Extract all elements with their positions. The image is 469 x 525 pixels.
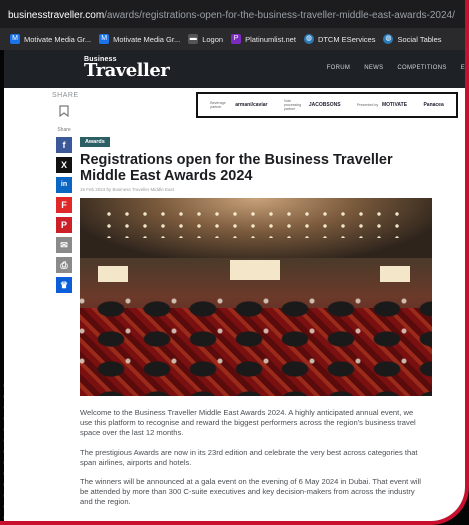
article-hero-image: [80, 198, 432, 396]
sponsor-item: Beverage partner armani/caviar: [210, 100, 268, 109]
image-centerpieces: [80, 282, 432, 382]
bookmark-item[interactable]: ▬ Logon: [188, 34, 223, 44]
bookmark-item[interactable]: P Platinumlist.net: [231, 34, 296, 44]
url-path: /awards/registrations-open-for-the-busin…: [104, 10, 455, 21]
article-paragraph: The prestigious Awards are now in its 23…: [80, 447, 418, 467]
nav-forum[interactable]: FORUM: [327, 65, 351, 71]
article-body: Awards Registrations open for the Busine…: [80, 130, 435, 508]
image-screen: [98, 266, 128, 282]
facebook-icon[interactable]: f: [56, 137, 72, 153]
sponsor-banner[interactable]: Beverage partner armani/caviar Vote proce…: [196, 92, 458, 118]
article-byline: 15 Feb 2024 by Business Traveller Middle…: [80, 187, 175, 192]
social-tables-icon: ◍: [383, 34, 394, 44]
bookmark-item[interactable]: ◍ Social Tables: [383, 34, 442, 44]
logon-icon: ▬: [188, 34, 199, 44]
bookmark-item[interactable]: M Motivate Media Gr...: [99, 34, 180, 44]
nav-more[interactable]: E: [461, 65, 465, 71]
sponsor-item: Presented by MOTIVATE: [356, 102, 408, 108]
bookmark-item[interactable]: ◍ DTCM EServices: [303, 34, 375, 44]
article-title: Registrations open for the Business Trav…: [80, 152, 393, 184]
browser-frame: businesstraveller.com/awards/registratio…: [0, 0, 469, 525]
image-screen: [230, 260, 280, 280]
bookmark-icon[interactable]: [59, 105, 69, 118]
sponsor-item: Vote processing partner JACOBSONS: [283, 98, 341, 112]
nav-news[interactable]: NEWS: [364, 65, 383, 71]
article-page: SHARE Share f X in F P ✉ ⎙ ♛ Beverage pa…: [4, 88, 465, 521]
main-nav: FORUM NEWS COMPETITIONS E: [327, 65, 465, 71]
flipboard-icon[interactable]: F: [56, 197, 72, 213]
platinumlist-icon: P: [231, 34, 242, 44]
article-paragraph: The winners will be announced at a gala …: [80, 477, 421, 507]
linkedin-icon[interactable]: in: [56, 177, 72, 193]
print-icon[interactable]: ⎙: [56, 257, 72, 273]
image-screen: [380, 266, 410, 282]
sponsor-item: Panacea: [423, 102, 444, 108]
globe-icon: ◍: [303, 34, 314, 44]
crown-icon[interactable]: ♛: [56, 277, 72, 293]
share-sidebar: SHARE Share f X in F P ✉ ⎙ ♛: [52, 92, 79, 293]
site-logo[interactable]: Business Traveller: [84, 56, 170, 80]
share-title: SHARE: [52, 92, 79, 99]
bookmarks-bar: M Motivate Media Gr... M Motivate Media Gr…: [0, 28, 465, 50]
pinterest-icon[interactable]: P: [56, 217, 72, 233]
address-bar[interactable]: businesstraveller.com/awards/registratio…: [0, 0, 465, 28]
screenshot-stage: businesstraveller.com/awards/registratio…: [0, 0, 469, 525]
email-icon[interactable]: ✉: [56, 237, 72, 253]
x-icon[interactable]: X: [56, 157, 72, 173]
motivate-icon: M: [99, 34, 110, 44]
site-header: Business Traveller FORUM NEWS COMPETITIO…: [4, 50, 465, 88]
image-lights: [100, 208, 412, 238]
article-paragraph: Welcome to the Business Traveller Middle…: [80, 408, 416, 438]
share-label: Share: [57, 127, 71, 133]
category-tag[interactable]: Awards: [80, 137, 110, 147]
nav-competitions[interactable]: COMPETITIONS: [397, 65, 446, 71]
motivate-icon: M: [10, 34, 20, 44]
url-host: businesstraveller.com: [8, 10, 105, 21]
bookmark-item[interactable]: M Motivate Media Gr...: [10, 34, 91, 44]
